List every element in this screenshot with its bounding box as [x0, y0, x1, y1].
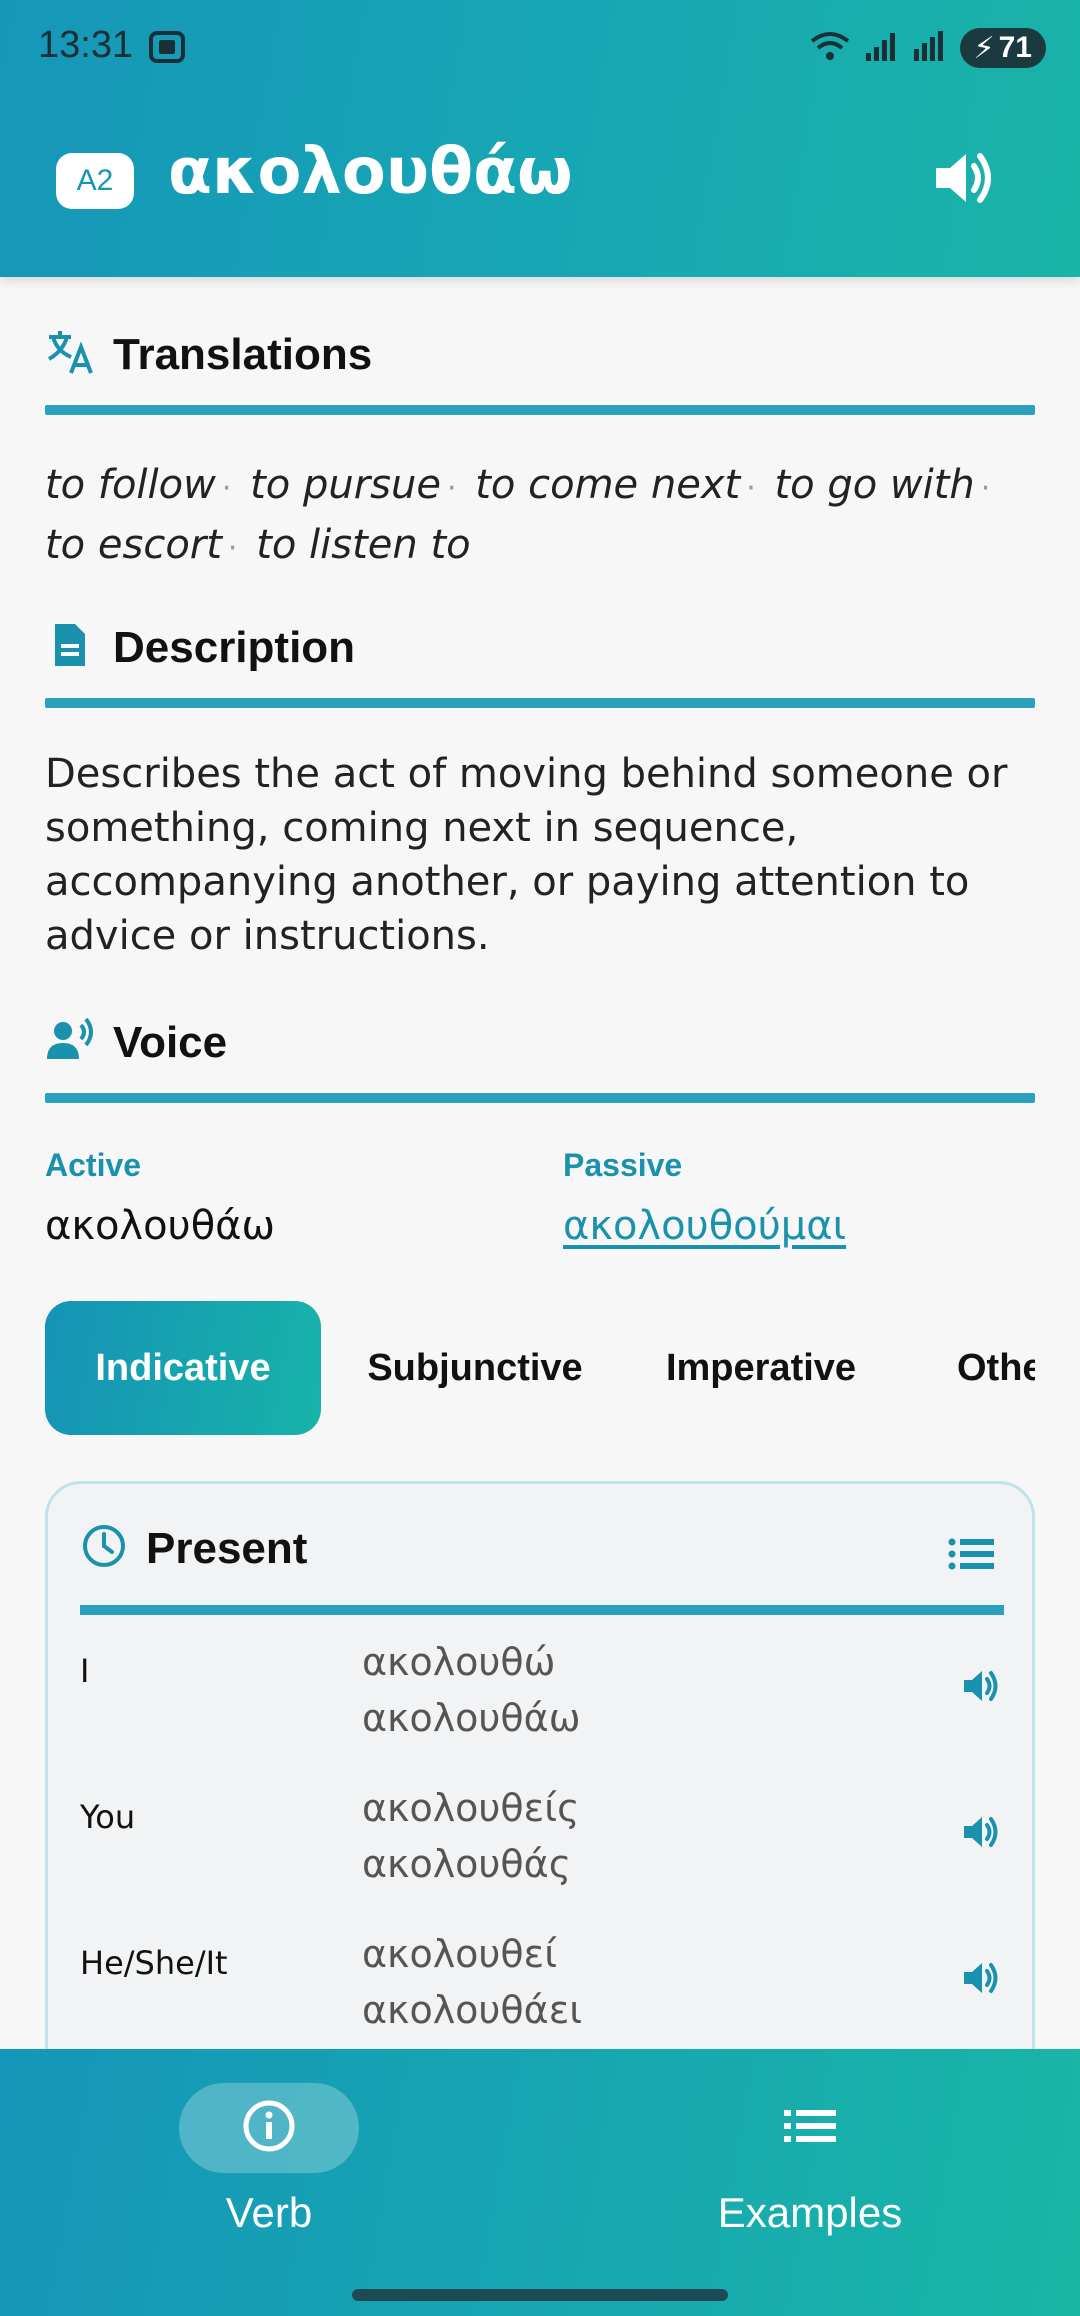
- verb-forms: ακολουθώ ακολουθάω: [362, 1634, 581, 1746]
- status-time: 13:31: [38, 24, 134, 66]
- bolt-icon: ⚡: [973, 31, 995, 65]
- conjugation-row: I ακολουθώ ακολουθάω: [80, 1634, 1004, 1754]
- nav-examples-label: Examples: [717, 2189, 903, 2236]
- verb-form: ακολουθεί: [362, 1932, 558, 1976]
- level-badge: A2: [56, 153, 134, 209]
- active-voice-value: ακολουθάω: [45, 1203, 276, 1249]
- description-text: Describes the act of moving behind someo…: [45, 751, 1008, 959]
- nav-verb[interactable]: Verb: [119, 2083, 419, 2237]
- passive-voice-label: Passive: [563, 1147, 683, 1183]
- verb-form: ακολουθείς: [362, 1786, 580, 1830]
- divider: [80, 1605, 1004, 1615]
- tense-title: Present: [146, 1523, 308, 1573]
- passive-voice-link[interactable]: ακολουθούμαι: [563, 1203, 846, 1249]
- speaker-icon[interactable]: [962, 1814, 1000, 1855]
- status-icons: ⚡ 71: [808, 28, 1046, 68]
- document-icon: [45, 620, 95, 675]
- translation-item: to listen to: [256, 522, 471, 568]
- info-icon: [241, 2098, 297, 2159]
- tab-indicative[interactable]: Indicative: [45, 1301, 321, 1435]
- tab-other[interactable]: Other: [957, 1301, 1035, 1435]
- wifi-icon: [808, 29, 852, 68]
- pronoun: You: [80, 1798, 136, 1836]
- separator-dot: ·: [446, 471, 457, 506]
- verb-title: ακολουθάω: [168, 135, 573, 209]
- section-title-voice: Voice: [113, 1017, 228, 1067]
- nav-examples[interactable]: Examples: [660, 2083, 960, 2237]
- tense-card: Present I ακολουθώ ακολουθάω You ακολουθ…: [45, 1481, 1035, 2049]
- screenshot-icon: [148, 30, 186, 69]
- translation-item: to pursue: [250, 462, 441, 508]
- battery-indicator: ⚡ 71: [959, 28, 1046, 68]
- battery-level: 71: [998, 31, 1032, 64]
- voice-header: Voice: [45, 1015, 227, 1070]
- translations-list: to follow · to pursue · to come next · to g…: [45, 457, 1035, 577]
- home-indicator[interactable]: [352, 2289, 728, 2301]
- section-title-translations: Translations: [113, 329, 373, 379]
- divider: [45, 698, 1035, 708]
- separator-dot: ·: [980, 471, 991, 506]
- separator-dot: ·: [221, 471, 232, 506]
- status-bar: 13:31 ⚡ 71: [0, 0, 1080, 95]
- translation-item: to go with: [774, 462, 975, 508]
- tense-card-header: Present: [80, 1522, 307, 1575]
- signal-roaming-icon: [912, 29, 948, 68]
- verb-forms: ακολουθεί ακολουθάει: [362, 1926, 582, 2038]
- list-icon[interactable]: [948, 1536, 996, 1577]
- translations-header: Translations: [45, 327, 372, 382]
- speaker-icon[interactable]: [932, 148, 996, 213]
- app-header: 13:31 ⚡ 71 A2 ακολουθάω: [0, 0, 1080, 277]
- content-scroll[interactable]: Translations to follow · to pursue · to co…: [0, 277, 1080, 2049]
- description-header: Description: [45, 620, 355, 675]
- nav-examples-indicator[interactable]: [720, 2083, 900, 2173]
- verb-forms: ακολουθείς ακολουθάς: [362, 1780, 579, 1892]
- pronoun: He/She/It: [80, 1944, 228, 1982]
- nav-verb-indicator[interactable]: [179, 2083, 359, 2173]
- separator-dot: ·: [227, 531, 238, 566]
- verb-form: ακολουθώ: [362, 1640, 556, 1684]
- section-title-description: Description: [113, 622, 356, 672]
- verb-form: ακολουθάω: [362, 1696, 581, 1740]
- divider: [45, 1093, 1035, 1103]
- conjugation-row: He/She/It ακολουθεί ακολουθάει: [80, 1926, 1004, 2046]
- verb-form: ακολουθάει: [362, 1988, 583, 2032]
- voice-icon: [45, 1015, 95, 1070]
- active-voice-label: Active: [45, 1147, 142, 1183]
- nav-verb-label: Verb: [225, 2189, 313, 2236]
- tab-imperative[interactable]: Imperative: [641, 1301, 881, 1435]
- conjugation-row: You ακολουθείς ακολουθάς: [80, 1780, 1004, 1900]
- mood-tabs[interactable]: Indicative Subjunctive Imperative Other: [45, 1301, 1035, 1435]
- speaker-icon[interactable]: [962, 1960, 1000, 2001]
- pronoun: I: [80, 1652, 90, 1690]
- clock-icon: [80, 1522, 128, 1575]
- divider: [45, 405, 1035, 415]
- separator-dot: ·: [746, 471, 756, 506]
- signal-icon: [864, 29, 900, 68]
- speaker-icon[interactable]: [962, 1668, 1000, 1709]
- translation-item: to follow: [45, 462, 216, 508]
- bottom-navigation: Verb Examples: [0, 2049, 1080, 2316]
- verb-form: ακολουθάς: [362, 1842, 572, 1886]
- translation-item: to escort: [45, 522, 222, 568]
- tab-subjunctive[interactable]: Subjunctive: [345, 1301, 605, 1435]
- list-icon: [782, 2106, 838, 2151]
- translation-item: to come next: [475, 462, 741, 508]
- translate-icon: [45, 327, 95, 382]
